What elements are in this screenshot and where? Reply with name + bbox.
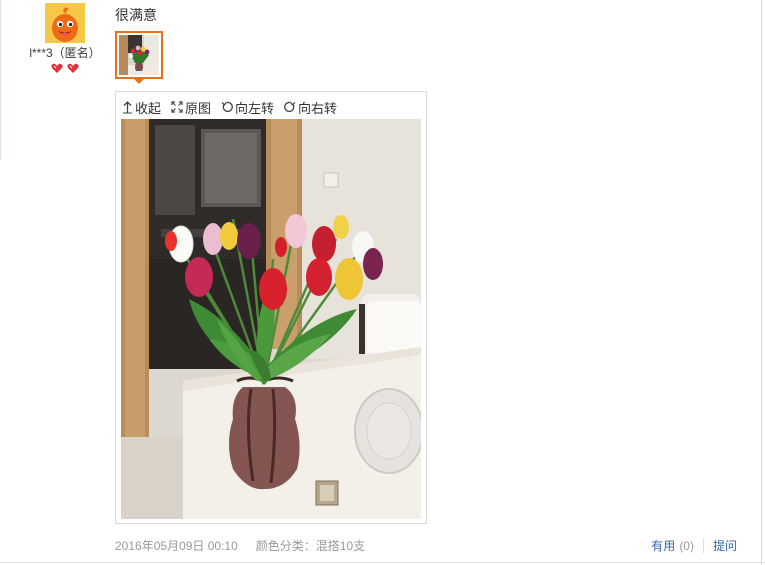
frame-border-bottom (0, 562, 765, 563)
photo-viewer: 收起 原图 向左转 向右转 (115, 91, 427, 524)
rotate-left-label: 向左转 (235, 100, 275, 116)
divider (702, 538, 704, 553)
collapse-icon (123, 100, 132, 113)
expand-icon (171, 101, 183, 113)
thumbnail-pointer (133, 78, 145, 84)
useful-button[interactable]: 有用 (651, 537, 675, 554)
rotate-left-icon (221, 101, 233, 112)
tulip-thumbnail-image (119, 35, 159, 75)
original-size-label: 原图 (185, 100, 212, 116)
rotate-right-button[interactable]: 向右转 (284, 98, 337, 117)
frame-border-left (0, 0, 1, 160)
review-photo[interactable] (121, 119, 421, 519)
frame-border-right (761, 0, 762, 565)
original-size-button[interactable]: 原图 (171, 98, 211, 117)
review-date: 2016年05月09日 00:10 (115, 539, 238, 553)
orange-mascot-icon (45, 3, 85, 43)
viewer-toolbar: 收起 原图 向左转 向右转 (122, 98, 337, 116)
review-actions: 有用 (0) 提问 (651, 537, 737, 554)
rotate-right-icon (284, 101, 296, 112)
review-photo-thumbnail[interactable] (115, 31, 163, 79)
collapse-label: 收起 (135, 100, 162, 116)
level-badge (20, 63, 110, 74)
rotate-right-label: 向右转 (298, 100, 338, 116)
reviewer-info: l***3（匿名） (20, 3, 110, 74)
avatar[interactable] (45, 3, 85, 43)
sku-info: 颜色分类：混搭10支 (255, 539, 366, 553)
red-heart-icon (67, 63, 79, 73)
collapse-button[interactable]: 收起 (122, 98, 161, 117)
review-text: 很满意 (115, 7, 157, 23)
useful-count: (0) (679, 538, 694, 553)
review-meta: 2016年05月09日 00:10 颜色分类：混搭10支 (115, 537, 365, 554)
ask-button[interactable]: 提问 (713, 537, 737, 554)
red-heart-icon (51, 63, 63, 73)
rotate-left-button[interactable]: 向左转 (221, 98, 274, 117)
tulip-bouquet-image (121, 119, 421, 519)
reviewer-name[interactable]: l***3（匿名） (20, 44, 110, 61)
